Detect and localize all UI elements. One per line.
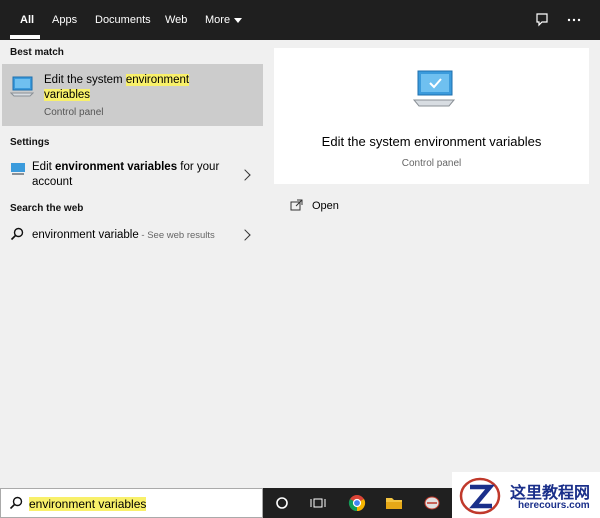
file-explorer-icon[interactable] bbox=[382, 492, 406, 514]
cortana-icon[interactable] bbox=[270, 492, 294, 514]
best-match-item[interactable]: Edit the system environment variables Co… bbox=[2, 64, 263, 126]
settings-item-label: Edit environment variables for your acco… bbox=[32, 160, 219, 190]
search-tabs-bar: All Apps Documents Web More bbox=[0, 0, 600, 40]
open-label: Open bbox=[312, 200, 339, 212]
best-match-heading: Best match bbox=[10, 47, 64, 58]
chevron-right-icon bbox=[239, 169, 251, 181]
settings-item-label-post: for your bbox=[177, 161, 220, 173]
settings-item-label-line2: account bbox=[32, 176, 73, 188]
open-action[interactable]: Open bbox=[274, 195, 589, 219]
settings-monitor-icon bbox=[10, 162, 26, 179]
best-match-title-prefix: Edit the system bbox=[44, 74, 126, 86]
preview-title: Edit the system environment variables bbox=[321, 134, 542, 149]
open-external-icon bbox=[290, 199, 303, 214]
best-match-title: Edit the system environment variables bbox=[44, 73, 234, 103]
active-tab-indicator bbox=[10, 35, 40, 39]
tab-more-label: More bbox=[205, 14, 231, 26]
best-match-title-highlight-2: variables bbox=[44, 89, 91, 101]
web-search-suffix: - See web results bbox=[138, 230, 215, 241]
preview-panel: Edit the system environment variables Co… bbox=[263, 40, 600, 488]
feedback-icon[interactable] bbox=[530, 8, 554, 32]
watermark-logo bbox=[458, 476, 502, 518]
preview-card: Edit the system environment variables Co… bbox=[274, 48, 589, 184]
search-icon bbox=[10, 227, 24, 244]
computer-icon bbox=[412, 70, 456, 113]
search-input[interactable]: environment variables bbox=[0, 488, 263, 518]
search-web-heading: Search the web bbox=[10, 203, 84, 214]
settings-item-label-pre: Edit bbox=[32, 161, 56, 173]
search-input-text: environment variables bbox=[29, 497, 147, 511]
tab-documents[interactable]: Documents bbox=[95, 0, 151, 40]
tab-all[interactable]: All bbox=[20, 0, 34, 40]
best-match-subtitle: Control panel bbox=[44, 107, 104, 118]
web-search-query: environment variable bbox=[32, 229, 139, 241]
tab-apps[interactable]: Apps bbox=[52, 0, 77, 40]
preview-subtitle: Control panel bbox=[401, 158, 462, 169]
tab-web[interactable]: Web bbox=[165, 0, 187, 40]
tab-more[interactable]: More bbox=[205, 0, 243, 40]
chevron-down-icon bbox=[234, 17, 243, 23]
settings-heading: Settings bbox=[10, 137, 50, 148]
chevron-right-icon bbox=[239, 229, 251, 241]
task-view-icon[interactable] bbox=[306, 492, 330, 514]
watermark: 这里教程网 herecours.com bbox=[452, 472, 600, 518]
search-icon bbox=[9, 496, 23, 513]
results-panel: Best match Edit the system environment v… bbox=[0, 40, 263, 488]
computer-icon bbox=[9, 76, 35, 101]
watermark-url: herecours.com bbox=[518, 500, 590, 511]
search-input-value: environment variables bbox=[29, 497, 147, 511]
settings-item-label-bold: environment variables bbox=[55, 161, 178, 173]
best-match-title-highlight: environment bbox=[125, 74, 190, 86]
web-search-label: environment variable - See web results bbox=[32, 228, 215, 243]
more-options-icon[interactable] bbox=[562, 8, 586, 32]
chrome-icon[interactable] bbox=[345, 492, 369, 514]
web-search-item[interactable]: environment variable - See web results bbox=[0, 222, 263, 248]
app-icon[interactable] bbox=[420, 492, 444, 514]
settings-item[interactable]: Edit environment variables for your acco… bbox=[0, 154, 263, 194]
